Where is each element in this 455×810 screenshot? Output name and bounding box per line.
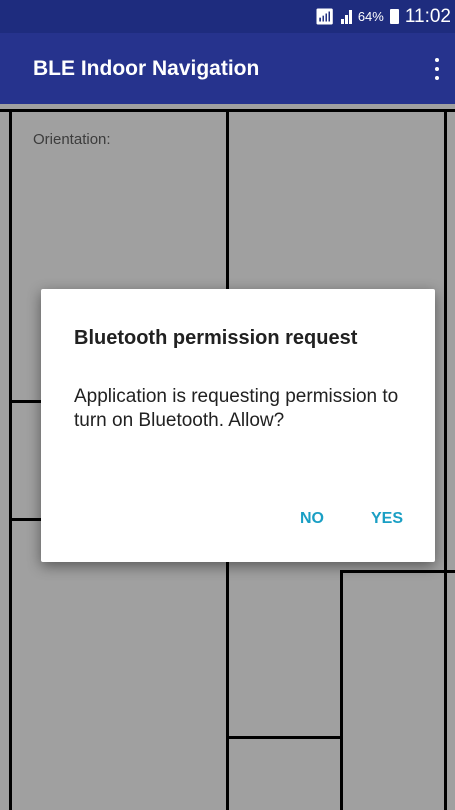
dialog-message: Application is requesting permission to … [74, 386, 399, 431]
app-title: BLE Indoor Navigation [33, 56, 260, 80]
battery-percent: 64% [357, 9, 384, 24]
battery-icon [389, 9, 399, 24]
yes-button[interactable]: YES [371, 510, 403, 528]
bluetooth-permission-dialog: Bluetooth permission request Application… [41, 289, 435, 562]
status-time: 11:02 [404, 5, 451, 27]
status-bar: 📶︎ 64% 11:02 [0, 0, 455, 33]
app-bar: BLE Indoor Navigation [0, 33, 455, 104]
dialog-title: Bluetooth permission request [74, 327, 358, 349]
no-button[interactable]: NO [300, 510, 324, 528]
overflow-menu-icon[interactable] [433, 58, 441, 80]
wifi-icon: 📶︎ [314, 8, 335, 26]
signal-icon [340, 9, 352, 24]
